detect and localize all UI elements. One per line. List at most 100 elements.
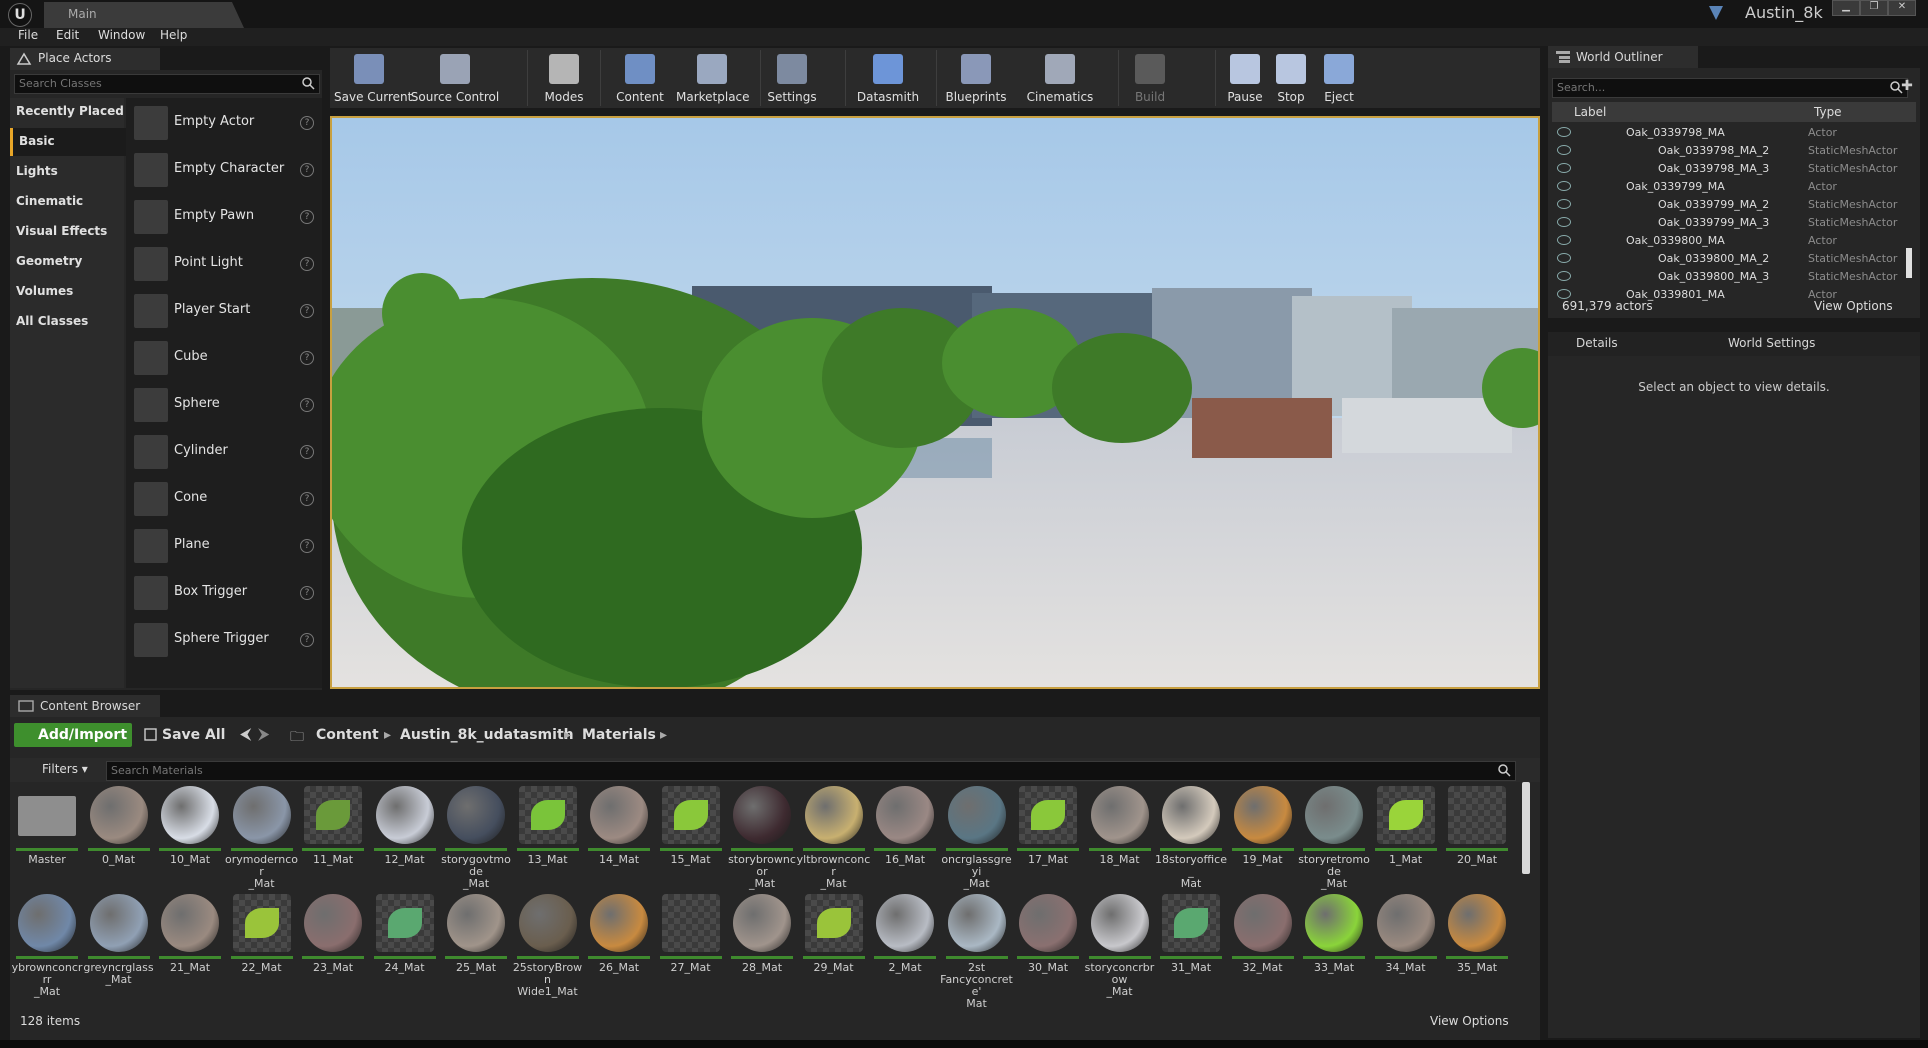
material-asset[interactable]: orymoderncor _Mat bbox=[225, 786, 298, 890]
content-view-options[interactable]: View Options bbox=[1430, 1014, 1509, 1028]
material-asset[interactable]: 21_Mat bbox=[159, 894, 221, 998]
close-window-button[interactable]: ✕ bbox=[1888, 0, 1916, 16]
toolbar-button-build[interactable]: Build bbox=[1120, 48, 1180, 108]
search-classes-field[interactable] bbox=[14, 74, 320, 94]
material-asset[interactable]: 26_Mat bbox=[588, 894, 650, 998]
material-asset[interactable]: 15_Mat bbox=[659, 786, 722, 890]
material-asset[interactable]: 19_Mat bbox=[1231, 786, 1294, 890]
save-all-button[interactable]: Save All bbox=[142, 723, 232, 747]
tab-content-browser[interactable]: Content Browser bbox=[10, 695, 160, 717]
toolbar-button-stop[interactable]: Stop bbox=[1268, 48, 1314, 108]
help-icon[interactable]: ? bbox=[300, 633, 314, 647]
maximize-button[interactable]: ❐ bbox=[1860, 0, 1888, 16]
tab-world-settings[interactable]: World Settings bbox=[1728, 336, 1815, 350]
material-asset[interactable]: 28_Mat bbox=[731, 894, 793, 998]
search-classes-input[interactable] bbox=[15, 75, 303, 91]
outliner-row[interactable]: Oak_0339798_MA Actor bbox=[1552, 124, 1910, 142]
material-asset[interactable]: greyncrglass _Mat bbox=[83, 894, 154, 998]
breadcrumb-content[interactable]: Content bbox=[316, 727, 379, 743]
help-icon[interactable]: ? bbox=[300, 398, 314, 412]
category-recently-placed[interactable]: Recently Placed bbox=[10, 98, 124, 126]
category-lights[interactable]: Lights bbox=[10, 158, 124, 186]
material-asset[interactable]: 18_Mat bbox=[1088, 786, 1151, 890]
material-asset[interactable]: ybrownconcrrr _Mat bbox=[12, 894, 82, 998]
filters-button[interactable]: Filters ▾ bbox=[42, 762, 88, 776]
material-asset[interactable]: 34_Mat bbox=[1374, 894, 1437, 998]
help-icon[interactable]: ? bbox=[300, 586, 314, 600]
tab-details[interactable]: Details bbox=[1576, 336, 1618, 350]
material-asset[interactable]: 29_Mat bbox=[802, 894, 865, 998]
actor-item[interactable]: Cone? bbox=[130, 476, 318, 520]
menu-help[interactable]: Help bbox=[160, 28, 187, 42]
actor-item[interactable]: Empty Actor? bbox=[130, 100, 318, 144]
material-asset[interactable]: 24_Mat bbox=[373, 894, 436, 998]
material-asset[interactable]: 23_Mat bbox=[302, 894, 364, 998]
category-cinematic[interactable]: Cinematic bbox=[10, 188, 124, 216]
help-icon[interactable]: ? bbox=[300, 351, 314, 365]
toolbar-button-blueprints[interactable]: Blueprints bbox=[936, 48, 1016, 108]
forward-arrow-icon[interactable]: ⮞ bbox=[258, 724, 270, 744]
material-asset[interactable]: oncrglassgreyi _Mat bbox=[941, 786, 1012, 890]
help-icon[interactable]: ? bbox=[300, 492, 314, 506]
material-asset[interactable]: yltbrownconcr _Mat bbox=[797, 786, 870, 890]
breadcrumb-materials[interactable]: Materials bbox=[582, 727, 656, 743]
help-icon[interactable]: ? bbox=[300, 445, 314, 459]
tab-main[interactable]: Main bbox=[44, 2, 244, 28]
material-asset[interactable]: 27_Mat bbox=[659, 894, 722, 998]
material-asset[interactable]: 33_Mat bbox=[1303, 894, 1365, 998]
toolbar-button-marketplace[interactable]: Marketplace bbox=[676, 48, 750, 108]
add-import-button[interactable]: Add/Import bbox=[14, 723, 132, 747]
category-visual-effects[interactable]: Visual Effects bbox=[10, 218, 124, 246]
toolbar-button-settings[interactable]: Settings bbox=[760, 48, 824, 108]
toolbar-button-eject[interactable]: Eject bbox=[1316, 48, 1362, 108]
visibility-eye-icon[interactable] bbox=[1557, 163, 1571, 173]
material-asset[interactable]: 22_Mat bbox=[230, 894, 293, 998]
menu-window[interactable]: Window bbox=[98, 28, 145, 42]
add-actor-icon[interactable]: ✚ bbox=[1898, 78, 1916, 96]
material-asset[interactable]: storybrowncor _Mat bbox=[728, 786, 796, 890]
toolbar-button-pause[interactable]: Pause bbox=[1222, 48, 1268, 108]
material-asset[interactable]: 25storyBrown Wide1_Mat bbox=[513, 894, 582, 998]
actor-item[interactable]: Plane? bbox=[130, 523, 318, 567]
help-icon[interactable]: ? bbox=[300, 116, 314, 130]
level-viewport[interactable] bbox=[330, 116, 1540, 689]
help-icon[interactable]: ? bbox=[300, 257, 314, 271]
outliner-row[interactable]: Oak_0339800_MA Actor bbox=[1552, 232, 1910, 250]
category-geometry[interactable]: Geometry bbox=[10, 248, 124, 276]
outliner-view-options[interactable]: View Options bbox=[1814, 299, 1893, 313]
actor-item[interactable]: Sphere? bbox=[130, 382, 318, 426]
actor-item[interactable]: Empty Character? bbox=[130, 147, 318, 191]
toolbar-button-cinematics[interactable]: Cinematics bbox=[1020, 48, 1100, 108]
material-asset[interactable]: 30_Mat bbox=[1017, 894, 1079, 998]
material-asset[interactable]: storygovtmode _Mat bbox=[441, 786, 511, 890]
outliner-row[interactable]: Oak_0339800_MA_2 StaticMeshActor bbox=[1552, 250, 1910, 268]
material-asset[interactable]: storyconcrbrow _Mat bbox=[1085, 894, 1154, 998]
content-scrollbar[interactable] bbox=[1522, 782, 1530, 874]
actor-item[interactable]: Sphere Trigger? bbox=[130, 617, 318, 661]
material-asset[interactable]: 13_Mat bbox=[516, 786, 579, 890]
outliner-scrollbar[interactable] bbox=[1906, 248, 1912, 278]
actor-item[interactable]: Point Light? bbox=[130, 241, 318, 285]
outliner-row[interactable]: Oak_0339799_MA_3 StaticMeshActor bbox=[1552, 214, 1910, 232]
material-asset[interactable]: 12_Mat bbox=[373, 786, 436, 890]
material-asset[interactable]: 25_Mat bbox=[445, 894, 507, 998]
toolbar-button-save-current[interactable]: Save Current bbox=[334, 48, 412, 108]
visibility-eye-icon[interactable] bbox=[1557, 271, 1571, 281]
material-asset[interactable]: 10_Mat bbox=[159, 786, 221, 890]
material-asset[interactable]: 35_Mat bbox=[1446, 894, 1508, 998]
search-materials-field[interactable] bbox=[106, 761, 1516, 781]
breadcrumb-austin[interactable]: Austin_8k_udatasmith bbox=[400, 727, 574, 743]
toolbar-button-content[interactable]: Content bbox=[612, 48, 668, 108]
outliner-row[interactable]: Oak_0339800_MA_3 StaticMeshActor bbox=[1552, 268, 1910, 286]
outliner-row[interactable]: Oak_0339798_MA_3 StaticMeshActor bbox=[1552, 160, 1910, 178]
actor-item[interactable]: Player Start? bbox=[130, 288, 318, 332]
search-materials-input[interactable] bbox=[107, 762, 1495, 778]
help-icon[interactable]: ? bbox=[300, 210, 314, 224]
outliner-search-input[interactable] bbox=[1553, 79, 1881, 95]
material-asset[interactable]: 17_Mat bbox=[1017, 786, 1079, 890]
help-icon[interactable]: ? bbox=[300, 539, 314, 553]
material-asset[interactable]: storyretromode _Mat bbox=[1298, 786, 1370, 890]
material-asset[interactable]: 18storyoffice_ Mat bbox=[1155, 786, 1227, 890]
material-asset[interactable]: 1_Mat bbox=[1374, 786, 1437, 890]
column-label[interactable]: Label bbox=[1574, 105, 1606, 119]
